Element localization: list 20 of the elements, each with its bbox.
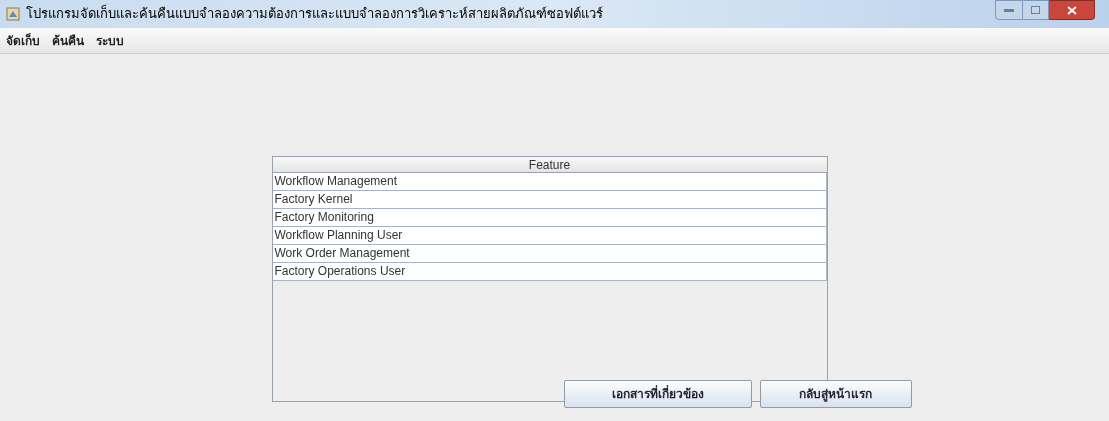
column-header[interactable]: Feature	[272, 157, 827, 173]
menu-item[interactable]: ค้นคืน	[52, 31, 84, 50]
table-cell[interactable]: Factory Operations User	[272, 263, 827, 281]
table-cell[interactable]: Factory Monitoring	[272, 209, 827, 227]
table-cell[interactable]: Workflow Planning User	[272, 227, 827, 245]
menu-item[interactable]: ระบบ	[96, 31, 124, 50]
app-icon	[6, 7, 20, 21]
close-icon	[1066, 5, 1077, 15]
minimize-icon	[1004, 8, 1014, 12]
action-button[interactable]: เอกสารที่เกี่ยวข้อง	[563, 380, 752, 408]
minimize-button[interactable]	[995, 0, 1023, 20]
table-cell[interactable]: Work Order Management	[272, 245, 827, 263]
table-cell[interactable]: Factory Kernel	[272, 191, 827, 209]
maximize-icon	[1031, 6, 1040, 14]
menu-item[interactable]: จัดเก็บ	[6, 31, 40, 50]
close-button[interactable]	[1049, 0, 1095, 20]
maximize-button[interactable]	[1023, 0, 1049, 20]
action-button[interactable]: กลับสู่หน้าแรก	[759, 380, 912, 408]
window-title: โปรแกรมจัดเก็บและค้นคืนแบบจำลองความต้องการและแบบจำลองการวิเคราะห์สายผลิตภัณฑ์ซอฟต์แวร์	[26, 4, 603, 24]
table-cell[interactable]: Workflow Management	[272, 173, 827, 191]
